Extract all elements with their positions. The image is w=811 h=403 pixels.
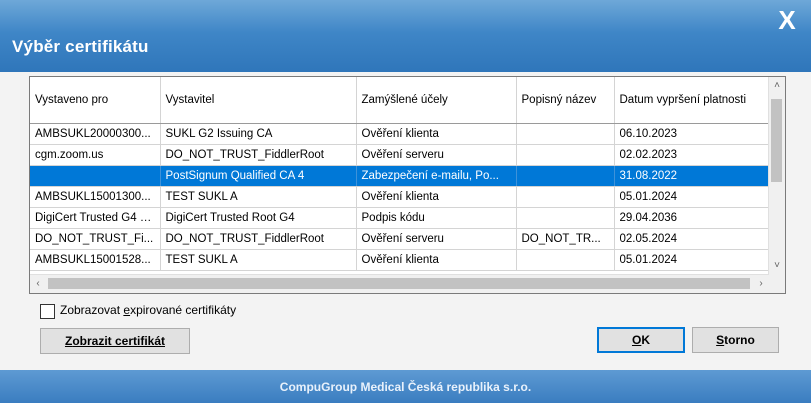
cell-issuer: DO_NOT_TRUST_FiddlerRoot (160, 144, 357, 166)
cell-issued-to: DigiCert Trusted G4 C... (30, 207, 161, 229)
cell-purposes: Ověření klienta (356, 186, 517, 208)
cell-issuer: TEST SUKL A (160, 186, 357, 208)
cell-purposes: Podpis kódu (356, 207, 517, 229)
cell-issuer: PostSignum Qualified CA 4 (160, 165, 357, 187)
horizontal-scrollbar[interactable]: ‹ › (30, 274, 769, 293)
cell-issued-to (30, 165, 161, 187)
cell-purposes: Ověření serveru (356, 228, 517, 250)
cell-friendly-name (516, 123, 615, 145)
cell-friendly-name (516, 249, 615, 271)
button-label: torno (724, 333, 755, 347)
cell-friendly-name: DO_NOT_TR... (516, 228, 615, 250)
cell-issuer: TEST SUKL A (160, 249, 357, 271)
cell-expiration: 02.05.2024 (614, 228, 770, 250)
table-row[interactable]: DO_NOT_TRUST_Fi... DO_NOT_TRUST_FiddlerR… (30, 228, 770, 250)
chevron-up-icon[interactable]: ˄ (769, 77, 785, 95)
cell-issued-to: DO_NOT_TRUST_Fi... (30, 228, 161, 250)
cell-friendly-name (516, 186, 615, 208)
column-header-issued-to[interactable]: Vystaveno pro (30, 77, 161, 124)
column-header-purposes[interactable]: Zamýšlené účely (356, 77, 517, 124)
chevron-left-icon[interactable]: ‹ (30, 275, 46, 293)
button-accelerator: S (716, 333, 725, 347)
table-row-selected[interactable]: PostSignum Qualified CA 4 Zabezpečení e-… (30, 165, 770, 187)
certificate-table: Vystaveno pro Vystavitel Zamýšlené účely… (30, 77, 770, 271)
certificate-dialog: Výběr certifikátu X Vystaveno pro Vystav… (0, 0, 811, 403)
cell-expiration: 29.04.2036 (614, 207, 770, 229)
horizontal-scroll-thumb[interactable] (48, 278, 750, 289)
table-row[interactable]: AMBSUKL15001300... TEST SUKL A Ověření k… (30, 186, 770, 208)
ok-button[interactable]: OK (597, 327, 685, 353)
cell-issuer: DO_NOT_TRUST_FiddlerRoot (160, 228, 357, 250)
cell-purposes: Ověření klienta (356, 249, 517, 271)
dialog-title: Výběr certifikátu (12, 37, 149, 56)
cell-issued-to: AMBSUKL15001300... (30, 186, 161, 208)
scrollbar-corner (769, 275, 785, 293)
vertical-scrollbar[interactable]: ˄ ˅ (768, 77, 785, 275)
certificate-list[interactable]: Vystaveno pro Vystavitel Zamýšlené účely… (29, 76, 786, 294)
button-label: obrazit certifikát (72, 334, 166, 348)
table-row[interactable]: AMBSUKL15001528... TEST SUKL A Ověření k… (30, 249, 770, 271)
title-bar: Výběr certifikátu X (0, 0, 811, 72)
cell-expiration: 06.10.2023 (614, 123, 770, 145)
show-certificate-button[interactable]: Zobrazit certifikát (40, 328, 190, 354)
cell-friendly-name (516, 207, 615, 229)
column-header-issuer[interactable]: Vystavitel (160, 77, 357, 124)
table-row[interactable]: DigiCert Trusted G4 C... DigiCert Truste… (30, 207, 770, 229)
cell-issuer: DigiCert Trusted Root G4 (160, 207, 357, 229)
vertical-scroll-thumb[interactable] (771, 99, 782, 182)
label-part: xpirované certifikáty (130, 303, 237, 317)
button-label: K (641, 333, 650, 347)
chevron-down-icon[interactable]: ˅ (769, 257, 785, 275)
column-header-expiration[interactable]: Datum vypršení platnosti (614, 77, 770, 124)
cell-expiration: 31.08.2022 (614, 165, 770, 187)
cell-issuer: SUKL G2 Issuing CA (160, 123, 357, 145)
label-part: Zobrazovat (60, 303, 124, 317)
table-header: Vystaveno pro Vystavitel Zamýšlené účely… (30, 77, 770, 124)
cell-expiration: 05.01.2024 (614, 186, 770, 208)
company-name: CompuGroup Medical Česká republika s.r.o… (279, 380, 532, 394)
cell-issued-to: AMBSUKL15001528... (30, 249, 161, 271)
cell-issued-to: AMBSUKL20000300... (30, 123, 161, 145)
chevron-right-icon[interactable]: › (753, 275, 769, 293)
table-row[interactable]: cgm.zoom.us DO_NOT_TRUST_FiddlerRoot Ově… (30, 144, 770, 166)
table-row[interactable]: AMBSUKL20000300... SUKL G2 Issuing CA Ov… (30, 123, 770, 145)
cell-expiration: 02.02.2023 (614, 144, 770, 166)
cell-purposes: Zabezpečení e-mailu, Po... (356, 165, 517, 187)
cell-purposes: Ověření klienta (356, 123, 517, 145)
button-accelerator: O (631, 333, 642, 347)
close-icon[interactable]: X (773, 6, 801, 34)
cell-issued-to: cgm.zoom.us (30, 144, 161, 166)
cell-purposes: Ověření serveru (356, 144, 517, 166)
cancel-button[interactable]: Storno (692, 327, 779, 353)
footer-bar: CompuGroup Medical Česká republika s.r.o… (0, 370, 811, 403)
show-expired-label[interactable]: Zobrazovat expirované certifikáty (60, 303, 236, 317)
cell-expiration: 05.01.2024 (614, 249, 770, 271)
show-expired-checkbox[interactable] (40, 304, 55, 319)
column-header-friendly-name[interactable]: Popisný název (516, 77, 615, 124)
cell-friendly-name (516, 165, 615, 187)
cell-friendly-name (516, 144, 615, 166)
